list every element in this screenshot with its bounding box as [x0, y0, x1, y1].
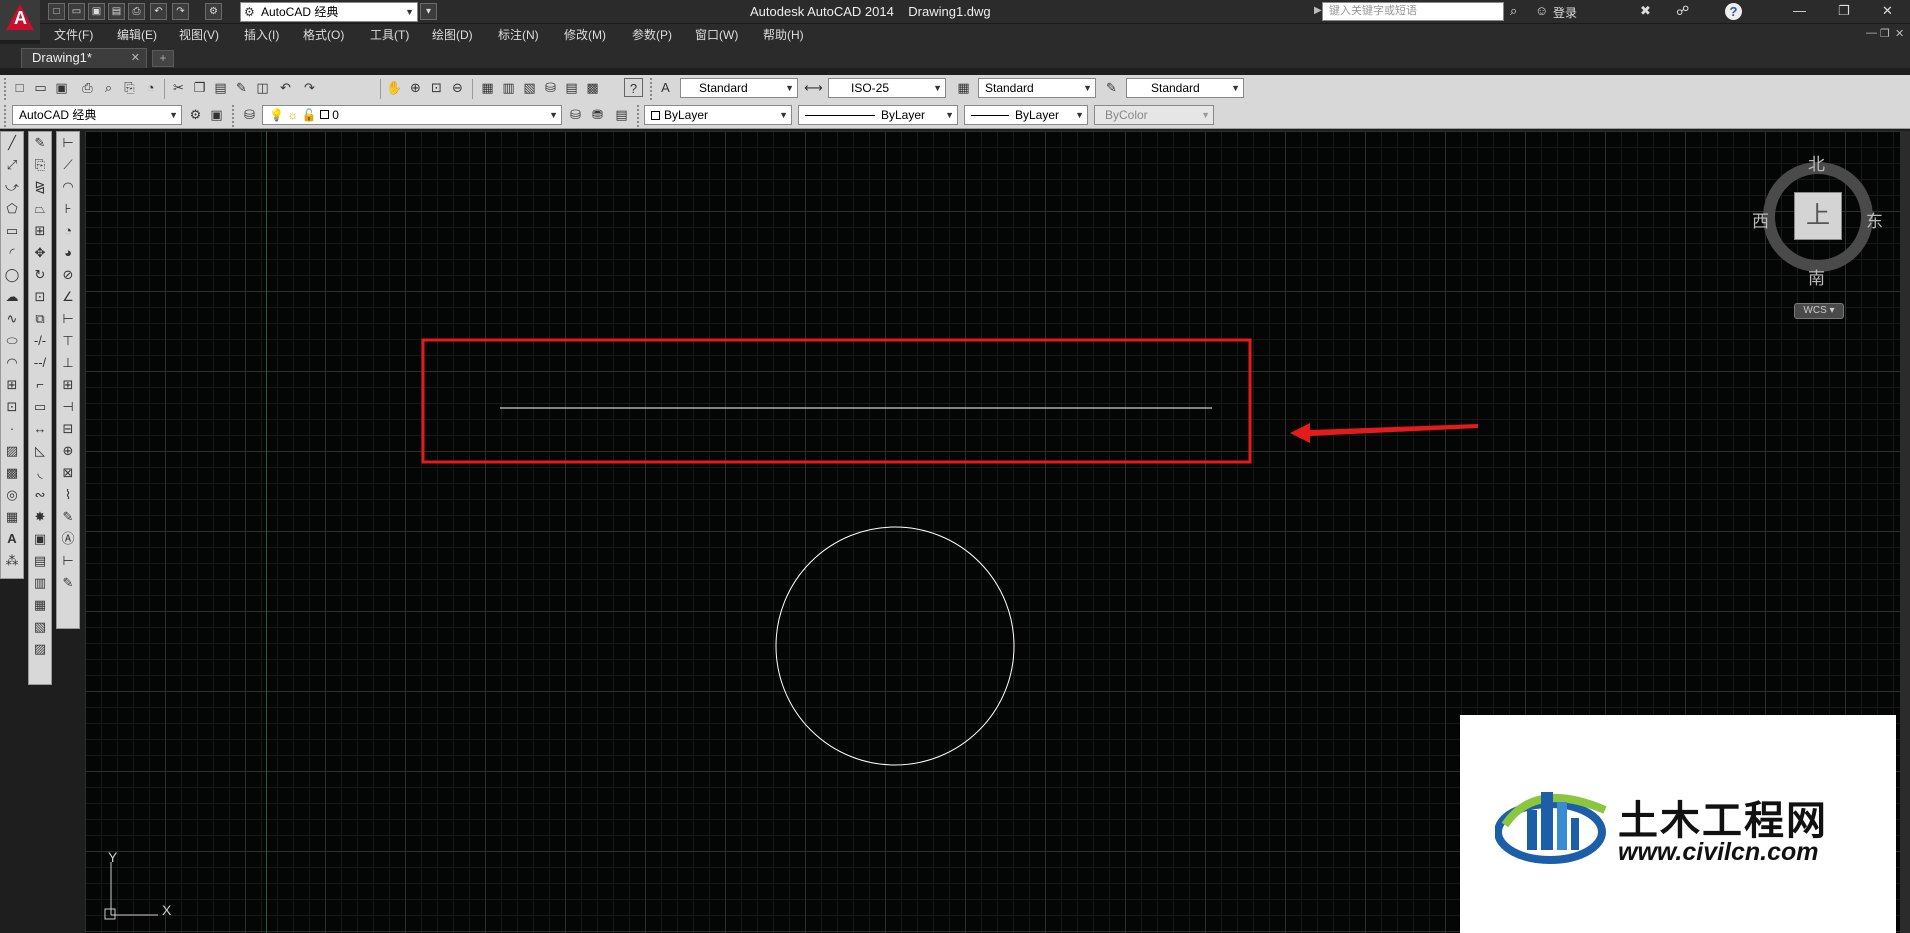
wcs-menu[interactable]: WCS ▾ [1794, 303, 1844, 319]
compass-west[interactable]: 西 [1752, 207, 1769, 232]
ucs-origin-box [104, 908, 116, 920]
annotation-arrow [1290, 423, 1478, 443]
highlight-box [421, 338, 1252, 464]
civilcn-logo-icon [1495, 792, 1607, 864]
ucs-x-label: X [162, 902, 172, 918]
compass-east[interactable]: 东 [1866, 207, 1883, 232]
drawn-circle[interactable] [775, 526, 1015, 766]
viewcube-top-face[interactable]: 上 [1794, 192, 1842, 240]
ucs-y-label: Y [108, 849, 118, 865]
watermark-url: www.civilcn.com [1618, 838, 1819, 866]
compass-south[interactable]: 南 [1808, 264, 1825, 289]
compass-north[interactable]: 北 [1808, 150, 1825, 175]
